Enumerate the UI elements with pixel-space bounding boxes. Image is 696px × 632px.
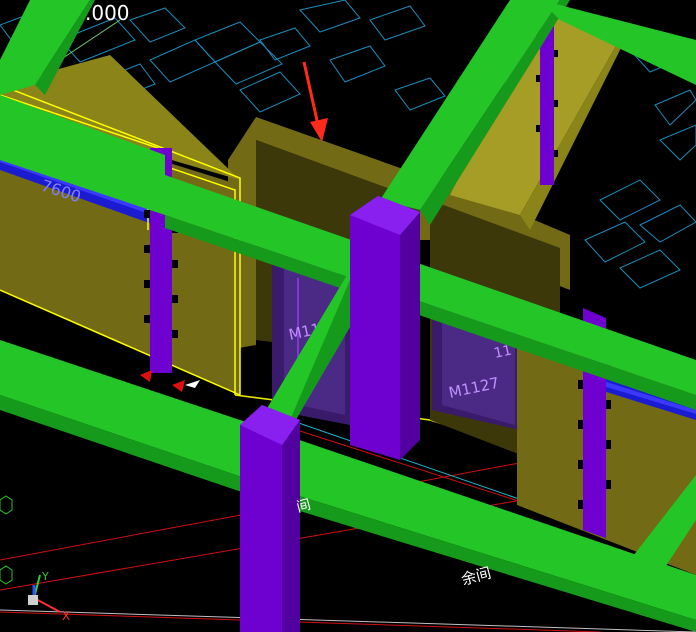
column-center [350,196,420,460]
cad-3d-viewport[interactable]: M1127 M1127 11 7600 .000 间 余间 X Y [0,0,696,632]
axis-y-label: Y [41,570,49,583]
elevation-label: .000 [85,1,130,25]
column-front [240,405,300,632]
axis-x-label: X [62,609,70,623]
